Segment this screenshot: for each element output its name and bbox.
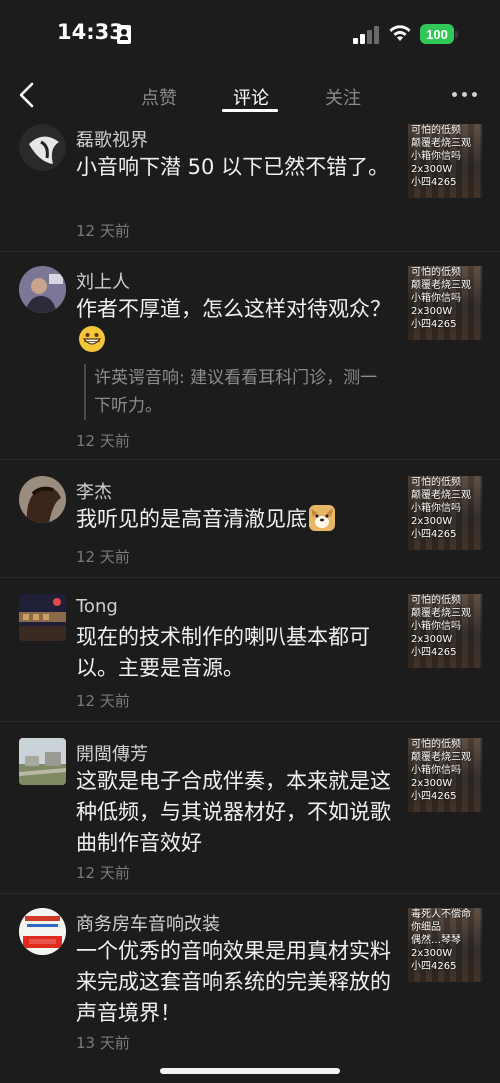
comment-time: 13 天前 [76,1034,130,1052]
thumbnail-caption: 小四4265 [411,529,457,540]
thumbnail-caption: 小箱你信吗 [411,765,461,776]
comment-time: 12 天前 [76,548,130,566]
thumbnail-caption: 2x300W [411,306,453,317]
thumbnail-caption: 可怕的低频 [411,477,461,488]
thumbnail-caption: 颠覆老烧三观 [411,490,471,501]
id-card-icon [117,25,131,44]
thumbnail-caption: 小四4265 [411,647,457,658]
thumbnail-caption: 可怕的低频 [411,125,461,136]
thumbnail-caption: 毒死人不偿命 [411,909,471,920]
video-thumbnail[interactable]: 毒死人不偿命 你细品 偶然…琴琴 2x300W 小四4265 [408,908,482,982]
thumbnail-caption: 你细品 [411,922,441,933]
commenter-name[interactable]: Tong [76,596,118,617]
comment-time: 12 天前 [76,864,130,882]
thumbnail-caption: 2x300W [411,164,453,175]
comment-item[interactable]: 開閩傳芳 这歌是电子合成伴奏，本来就是这种低频，与其说器材好，不如说歌曲制作音效… [0,722,500,894]
back-icon[interactable] [14,80,42,110]
more-options-icon[interactable] [452,92,480,100]
avatar[interactable] [19,908,66,955]
thumbnail-caption: 可怕的低频 [411,267,461,278]
comment-text: 作者不厚道，怎么这样对待观众？ [76,294,396,356]
tab-follows[interactable]: 关注 [325,84,361,110]
thumbnail-caption: 偶然…琴琴 [411,935,461,946]
comment-item[interactable]: 商务房车音响改装 一个优秀的音响效果是用真材实料来完成这套音响系统的完美释放的声… [0,894,500,1072]
thumbnail-caption: 小箱你信吗 [411,503,461,514]
top-nav: 点赞 评论 关注 [0,66,500,124]
commenter-name[interactable]: 李杰 [76,478,112,504]
thumbnail-caption: 颠覆老烧三观 [411,752,471,763]
thumbnail-caption: 小四4265 [411,791,457,802]
comment-time: 12 天前 [76,692,130,710]
video-thumbnail[interactable]: 可怕的低频 颠覆老烧三观 小箱你信吗 2x300W 小四4265 [408,476,482,550]
status-time: 14:33 [57,20,124,44]
comment-text: 现在的技术制作的喇叭基本都可以。主要是音源。 [76,625,370,680]
thumbnail-caption: 小四4265 [411,177,457,188]
thumbnail-caption: 2x300W [411,778,453,789]
comment-text: 我听见的是高音清澈见底 [76,504,396,535]
battery-icon: 100 [420,24,458,44]
author-reply: 许英谔音响: 建议看看耳科门诊，测一下听力。 [84,364,394,420]
thumbnail-caption: 颠覆老烧三观 [411,608,471,619]
thumbnail-caption: 2x300W [411,516,453,527]
comment-item[interactable]: 刘上人 作者不厚道，怎么这样对待观众？ 许英谔音响: 建议看看耳科门诊，测一下听… [0,252,500,460]
comment-item[interactable]: 李杰 我听见的是高音清澈见底 12 天前 可怕的低频 颠覆老烧三观 小箱你信吗 … [0,460,500,578]
thumbnail-caption: 2x300W [411,634,453,645]
dog-face-emoji-icon [309,505,335,531]
comment-item[interactable]: 磊歌视界 小音响下潜 50 以下已然不错了。 12 天前 可怕的低频 颠覆老烧三… [0,120,500,252]
avatar[interactable] [19,124,66,171]
comment-item[interactable]: Tong 现在的技术制作的喇叭基本都可以。主要是音源。 12 天前 可怕的低频 … [0,578,500,722]
comment-text: 小音响下潜 50 以下已然不错了。 [76,155,390,179]
comment-text: 一个优秀的音响效果是用真材实料来完成这套音响系统的完美释放的声音境界！ [76,939,391,1025]
thumbnail-caption: 颠覆老烧三观 [411,138,471,149]
grinning-emoji-icon [79,326,105,352]
thumbnail-caption: 小箱你信吗 [411,151,461,162]
avatar[interactable] [19,476,66,523]
avatar[interactable] [19,266,66,313]
commenter-name[interactable]: 商务房车音响改装 [76,910,220,936]
thumbnail-caption: 小四4265 [411,961,457,972]
thumbnail-caption: 小四4265 [411,319,457,330]
avatar[interactable] [19,738,66,785]
thumbnail-caption: 小箱你信吗 [411,293,461,304]
thumbnail-caption: 颠覆老烧三观 [411,280,471,291]
thumbnail-caption: 小箱你信吗 [411,621,461,632]
video-thumbnail[interactable]: 可怕的低频 颠覆老烧三观 小箱你信吗 2x300W 小四4265 [408,738,482,812]
thumbnail-caption: 可怕的低频 [411,595,461,606]
thumbnail-caption: 可怕的低频 [411,739,461,750]
active-tab-indicator [222,109,278,112]
video-thumbnail[interactable]: 可怕的低频 颠覆老烧三观 小箱你信吗 2x300W 小四4265 [408,266,482,340]
tab-likes[interactable]: 点赞 [141,84,177,110]
avatar[interactable] [19,594,66,641]
comment-time: 12 天前 [76,222,130,240]
comment-time: 12 天前 [76,432,130,450]
cellular-signal-icon [353,26,381,44]
video-thumbnail[interactable]: 可怕的低频 颠覆老烧三观 小箱你信吗 2x300W 小四4265 [408,594,482,668]
video-thumbnail[interactable]: 可怕的低频 颠覆老烧三观 小箱你信吗 2x300W 小四4265 [408,124,482,198]
commenter-name[interactable]: 刘上人 [76,268,130,294]
tab-comments[interactable]: 评论 [233,84,269,110]
wifi-icon [389,25,411,41]
thumbnail-caption: 2x300W [411,948,453,959]
comment-text: 这歌是电子合成伴奏，本来就是这种低频，与其说器材好，不如说歌曲制作音效好 [76,769,391,855]
commenter-name[interactable]: 開閩傳芳 [76,740,148,766]
home-indicator[interactable] [160,1068,340,1074]
battery-level: 100 [420,24,454,44]
commenter-name[interactable]: 磊歌视界 [76,126,148,152]
status-bar: 14:33 100 [0,0,500,66]
